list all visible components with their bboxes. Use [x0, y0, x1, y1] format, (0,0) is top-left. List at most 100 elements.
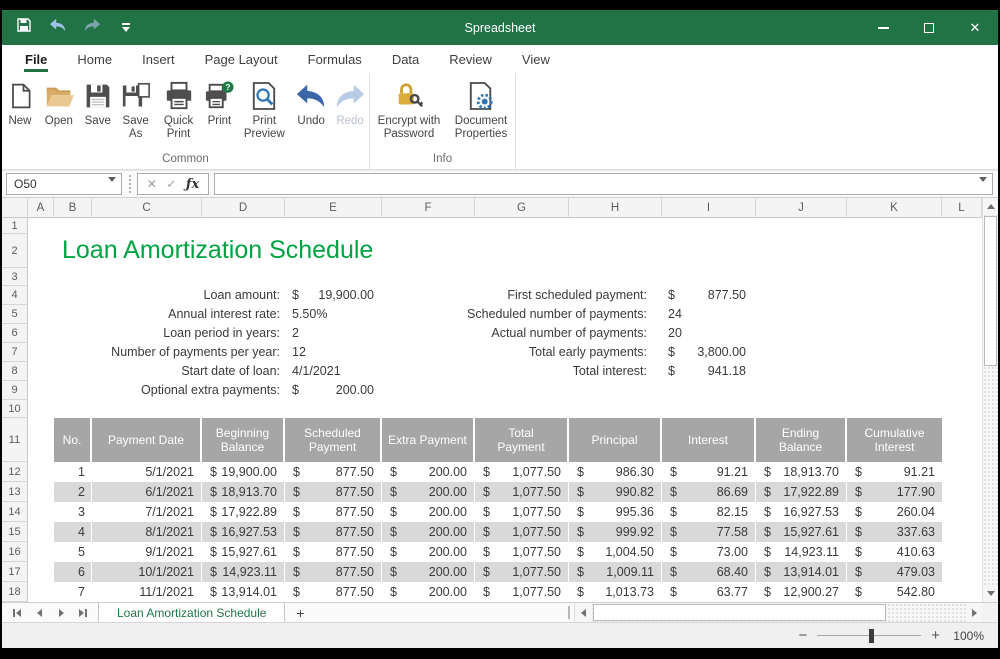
row-header[interactable]: 5	[2, 305, 28, 324]
print-button[interactable]: ? Print	[201, 78, 237, 128]
add-sheet-button[interactable]: +	[285, 603, 315, 622]
save-as-button[interactable]: Save As	[116, 78, 156, 141]
column-header[interactable]: L	[942, 198, 982, 218]
zoom-slider-thumb[interactable]	[869, 629, 874, 643]
scroll-left-button[interactable]	[575, 603, 591, 622]
row-header[interactable]: 13	[2, 482, 28, 502]
cell-interest: $82.15	[662, 502, 756, 522]
scroll-right-button[interactable]	[966, 603, 982, 622]
column-header[interactable]: A	[28, 198, 54, 218]
save-button[interactable]: Save	[80, 78, 116, 128]
row-header[interactable]: 1	[2, 218, 28, 234]
row-header[interactable]: 9	[2, 381, 28, 400]
tab-home[interactable]: Home	[62, 45, 127, 73]
cancel-icon[interactable]: ✕	[147, 177, 157, 191]
next-sheet-button[interactable]	[50, 603, 72, 622]
last-sheet-button[interactable]	[72, 603, 94, 622]
row-header[interactable]: 3	[2, 268, 28, 286]
enter-icon[interactable]: ✓	[166, 177, 176, 191]
cell-interest: $77.58	[662, 522, 756, 542]
row-header[interactable]: 17	[2, 562, 28, 582]
tab-file[interactable]: File	[10, 45, 62, 73]
horizontal-scrollbar-thumb[interactable]	[593, 604, 886, 621]
tab-view[interactable]: View	[507, 45, 565, 73]
redo-button[interactable]: Redo	[331, 78, 369, 128]
row-header[interactable]: 16	[2, 542, 28, 562]
row-header[interactable]: 15	[2, 522, 28, 542]
tab-data[interactable]: Data	[377, 45, 434, 73]
cell-cumulative-interest: $177.90	[847, 482, 942, 502]
column-header[interactable]: E	[285, 198, 382, 218]
row-header[interactable]: 7	[2, 343, 28, 362]
sheet-cells[interactable]: Loan Amortization Schedule Loan amount: …	[28, 218, 982, 602]
cell-extra-payment: $200.00	[382, 542, 475, 562]
column-header[interactable]: C	[92, 198, 202, 218]
zoom-slider[interactable]	[817, 629, 921, 643]
minimize-button[interactable]	[860, 10, 906, 45]
detail-label: First scheduled payment:	[400, 286, 647, 305]
print-icon: ?	[203, 80, 235, 112]
formula-input[interactable]	[214, 173, 993, 195]
customize-qat-button[interactable]	[114, 16, 138, 40]
scroll-down-button[interactable]	[983, 585, 998, 602]
sheet-tab-loan-amortization-schedule[interactable]: Loan Amortization Schedule	[98, 603, 285, 622]
quick-save-button[interactable]	[12, 16, 36, 40]
previous-sheet-button[interactable]	[28, 603, 50, 622]
close-button[interactable]: ✕	[952, 10, 998, 45]
undo-button[interactable]: Undo	[291, 78, 331, 128]
open-button[interactable]: Open	[38, 78, 80, 128]
name-box[interactable]: O50	[6, 173, 122, 195]
name-box-dropdown-icon[interactable]	[108, 182, 116, 196]
row-header[interactable]: 18	[2, 582, 28, 602]
quick-redo-button[interactable]	[80, 16, 104, 40]
cell-no: 7	[54, 582, 92, 602]
maximize-button[interactable]	[906, 10, 952, 45]
first-sheet-button[interactable]	[6, 603, 28, 622]
cell-scheduled-payment: $877.50	[285, 462, 382, 482]
horizontal-scrollbar[interactable]	[574, 603, 982, 622]
worksheet-grid[interactable]: A B C D E F G H I J K L 1 2 3 4 5 6 7 8 …	[2, 198, 998, 602]
cell-total-payment: $1,077.50	[475, 482, 569, 502]
vertical-scrollbar[interactable]	[982, 198, 998, 602]
quick-undo-button[interactable]	[46, 16, 70, 40]
row-header[interactable]: 8	[2, 362, 28, 381]
ribbon: New Open Save	[2, 73, 998, 170]
column-header[interactable]: J	[756, 198, 847, 218]
column-header[interactable]: I	[662, 198, 756, 218]
zoom-in-button[interactable]: +	[931, 628, 940, 643]
tab-review[interactable]: Review	[434, 45, 507, 73]
column-header[interactable]: K	[847, 198, 942, 218]
document-properties-button[interactable]: Document Properties	[448, 78, 514, 141]
new-button[interactable]: New	[2, 78, 38, 128]
select-all-corner[interactable]	[2, 198, 28, 218]
row-header[interactable]: 2	[2, 234, 28, 268]
row-header[interactable]: 10	[2, 400, 28, 418]
table-row: 7 11/1/2021 $13,914.01 $877.50 $200.00 $…	[54, 582, 942, 602]
formula-bar-handle[interactable]	[129, 175, 132, 193]
tab-insert[interactable]: Insert	[127, 45, 190, 73]
insert-function-icon[interactable]: ƒx	[186, 177, 199, 192]
cell-cumulative-interest: $479.03	[847, 562, 942, 582]
print-preview-button[interactable]: Print Preview	[237, 78, 291, 141]
first-sheet-icon	[16, 609, 21, 617]
column-header[interactable]: G	[475, 198, 569, 218]
tab-scrollbar-splitter[interactable]	[568, 606, 572, 619]
expand-formula-bar-icon[interactable]	[979, 182, 987, 196]
column-header[interactable]: F	[382, 198, 475, 218]
encrypt-with-password-button[interactable]: Encrypt with Password	[370, 78, 448, 141]
scroll-up-button[interactable]	[983, 198, 998, 215]
column-header[interactable]: D	[202, 198, 285, 218]
row-header[interactable]: 14	[2, 502, 28, 522]
tab-formulas[interactable]: Formulas	[293, 45, 377, 73]
column-header[interactable]: H	[569, 198, 662, 218]
column-header[interactable]: B	[54, 198, 92, 218]
row-header[interactable]: 11	[2, 418, 28, 462]
row-header[interactable]: 6	[2, 324, 28, 343]
vertical-scrollbar-thumb[interactable]	[984, 216, 997, 366]
tab-page-layout[interactable]: Page Layout	[190, 45, 293, 73]
arrow-right-icon	[972, 609, 977, 617]
row-header[interactable]: 4	[2, 286, 28, 305]
zoom-out-button[interactable]: −	[798, 628, 807, 643]
row-header[interactable]: 12	[2, 462, 28, 482]
quick-print-button[interactable]: Quick Print	[156, 78, 202, 141]
